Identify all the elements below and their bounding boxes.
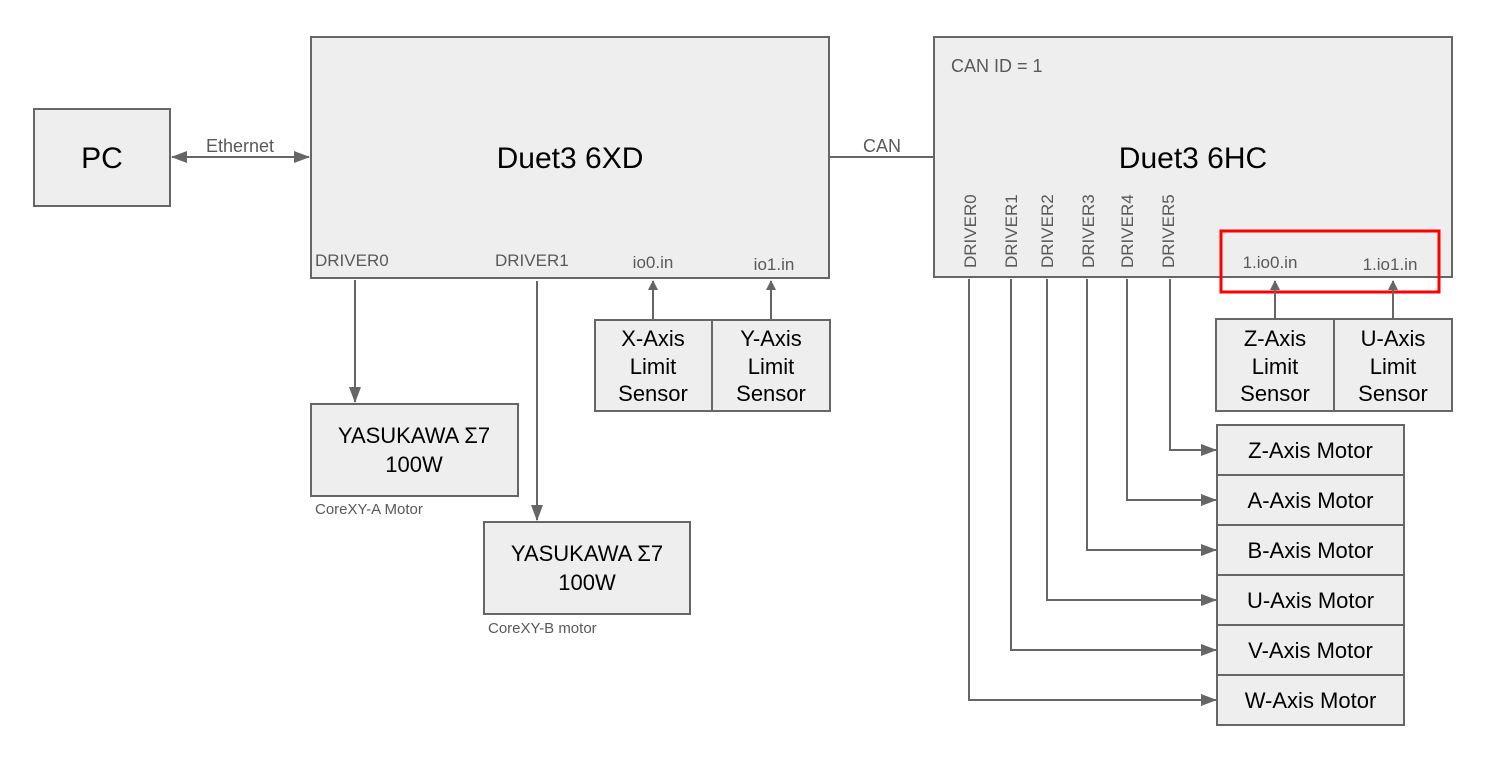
wire-6hc-driver1-to-motor: [1010, 279, 1217, 656]
port-6xd-driver0: DRIVER0: [315, 251, 389, 270]
port-6hc-driver0: DRIVER0: [961, 194, 980, 268]
motor-node: U-Axis Motor: [1216, 574, 1405, 626]
pc-node: PC: [33, 108, 171, 207]
board-6hc-title: Duet3 6HC: [1119, 142, 1267, 175]
sensor-z-line3: Sensor: [1240, 381, 1310, 406]
board-6hc-driver-wires: [968, 279, 1217, 706]
motor-node: Z-Axis Motor: [1216, 424, 1405, 476]
servo-a-node: YASUKAWA Σ7 100W CoreXY-A Motor: [310, 403, 519, 518]
motor-node: V-Axis Motor: [1216, 624, 1405, 676]
wire-6hc-driver2-to-motor: [1046, 279, 1217, 606]
port-6xd-io0: io0.in: [633, 253, 674, 272]
sensor-x-line2: Limit: [630, 354, 676, 379]
servo-b-power: 100W: [558, 570, 616, 595]
board-6hc-can-id: CAN ID = 1: [951, 56, 1043, 76]
board-6hc-motor-stack: Z-Axis Motor A-Axis Motor B-Axis Motor U-Ax…: [1216, 424, 1405, 726]
wire-6hc-driver0-to-motor: [968, 279, 1217, 706]
servo-b-box: [483, 521, 691, 615]
sensor-y-node: Y-Axis Limit Sensor: [711, 319, 831, 412]
board-6xd-title: Duet3 6XD: [497, 142, 644, 175]
wire-6hc-driver4-to-motor: [1126, 279, 1217, 506]
sensor-z-line1: Z-Axis: [1244, 326, 1306, 351]
servo-a-caption: CoreXY-A Motor: [315, 501, 423, 518]
ethernet-label: Ethernet: [206, 136, 274, 156]
wire-6hc-driver3-to-motor: [1086, 279, 1217, 556]
port-6hc-driver5: DRIVER5: [1159, 194, 1178, 268]
sensor-y-line3: Sensor: [736, 381, 806, 406]
motor-label: V-Axis Motor: [1248, 638, 1373, 663]
servo-b-model: YASUKAWA Σ7: [511, 541, 663, 566]
sensor-u-line3: Sensor: [1358, 381, 1428, 406]
sensor-y-line2: Limit: [748, 354, 794, 379]
port-6hc-driver3: DRIVER3: [1079, 194, 1098, 268]
can-label: CAN: [863, 136, 901, 156]
servo-a-box: [310, 403, 519, 497]
sensor-x-line3: Sensor: [618, 381, 688, 406]
can-link: CAN: [829, 136, 934, 158]
port-6hc-driver1: DRIVER1: [1002, 194, 1021, 268]
motor-label: B-Axis Motor: [1248, 538, 1374, 563]
sensor-z-node: Z-Axis Limit Sensor: [1215, 318, 1335, 412]
sensor-y-line1: Y-Axis: [740, 326, 802, 351]
board-6xd: Duet3 6XD DRIVER0 DRIVER1 io0.in io1.in: [310, 36, 830, 279]
board-6hc: CAN ID = 1 Duet3 6HC DRIVER0 DRIVER1 DRI…: [933, 36, 1453, 278]
port-6xd-io1: io1.in: [754, 255, 795, 274]
motor-label: W-Axis Motor: [1245, 688, 1377, 713]
motor-label: Z-Axis Motor: [1248, 438, 1373, 463]
motor-node: W-Axis Motor: [1216, 674, 1405, 726]
wiring-diagram: PC Ethernet Duet3 6XD DRIVER0 DRIVER1 io…: [33, 36, 1453, 726]
sensor-u-line1: U-Axis: [1361, 326, 1426, 351]
wire-6hc-driver5-to-motor: [1169, 279, 1217, 456]
ethernet-link: Ethernet: [171, 136, 310, 163]
pc-label: PC: [81, 142, 123, 175]
servo-b-caption: CoreXY-B motor: [488, 620, 597, 637]
servo-b-node: YASUKAWA Σ7 100W CoreXY-B motor: [483, 521, 691, 637]
sensor-u-line2: Limit: [1370, 354, 1416, 379]
motor-label: A-Axis Motor: [1248, 488, 1374, 513]
motor-node: B-Axis Motor: [1216, 524, 1405, 576]
motor-label: U-Axis Motor: [1247, 588, 1374, 613]
sensor-x-node: X-Axis Limit Sensor: [594, 319, 713, 412]
port-6xd-driver1: DRIVER1: [495, 251, 569, 270]
port-6hc-driver2: DRIVER2: [1038, 194, 1057, 268]
sensor-x-line1: X-Axis: [621, 326, 685, 351]
port-6hc-io0: 1.io0.in: [1243, 253, 1298, 272]
port-6hc-driver4: DRIVER4: [1118, 194, 1137, 268]
motor-node: A-Axis Motor: [1216, 474, 1405, 526]
servo-a-power: 100W: [385, 452, 443, 477]
port-6hc-io1: 1.io1.in: [1363, 255, 1418, 274]
sensor-u-node: U-Axis Limit Sensor: [1333, 318, 1453, 412]
servo-a-model: YASUKAWA Σ7: [338, 423, 490, 448]
sensor-z-line2: Limit: [1252, 354, 1298, 379]
